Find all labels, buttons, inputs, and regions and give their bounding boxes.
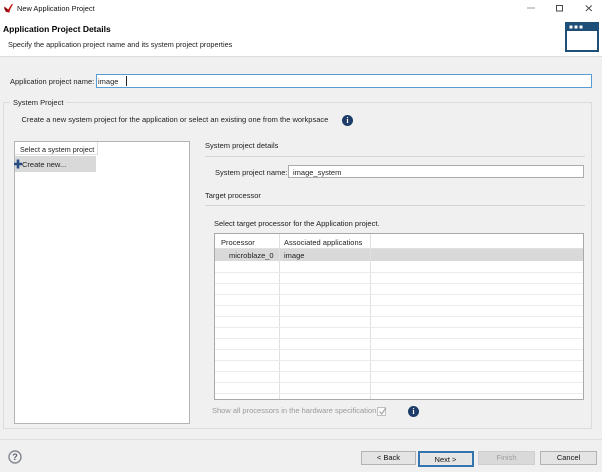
- svg-text:?: ?: [12, 452, 18, 462]
